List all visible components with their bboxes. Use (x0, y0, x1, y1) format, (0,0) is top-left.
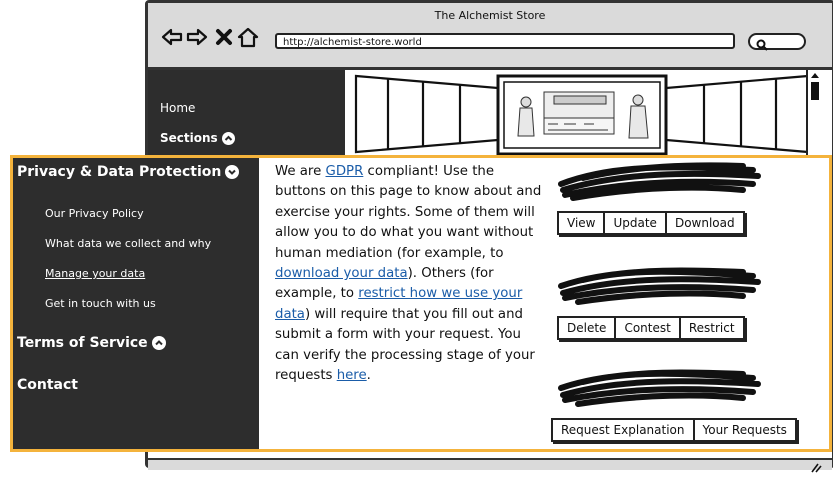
your-requests-button[interactable]: Your Requests (695, 420, 795, 440)
gdpr-paragraph: We are GDPR compliant! Use the buttons o… (275, 162, 545, 386)
text-segment: ) will require that you fill out and sub… (275, 306, 535, 384)
forward-arrow-icon[interactable] (186, 26, 208, 48)
button-group-view-update-download: View Update Download (557, 211, 745, 235)
view-button[interactable]: View (559, 213, 606, 233)
window-title: The Alchemist Store (434, 9, 546, 22)
requests-here-link[interactable]: here (337, 368, 367, 383)
nav-home[interactable]: Home (160, 101, 195, 115)
search-field[interactable] (748, 33, 806, 51)
contest-button[interactable]: Contest (616, 318, 681, 338)
top-nav: Home Sections (148, 70, 345, 160)
close-x-icon[interactable] (213, 26, 235, 48)
home-icon[interactable] (237, 26, 259, 48)
chevron-up-icon (221, 132, 235, 145)
status-bar (148, 458, 832, 473)
button-group-delete-contest-restrict: Delete Contest Restrict (557, 316, 745, 340)
nav-sections-label: Sections (160, 131, 218, 145)
gdpr-link[interactable]: GDPR (326, 164, 364, 179)
text-segment: We are (275, 164, 326, 179)
back-arrow-icon[interactable] (161, 26, 183, 48)
scribbled-heading-3 (558, 369, 761, 407)
banner-image (354, 74, 810, 156)
update-button[interactable]: Update (605, 213, 667, 233)
sidebar-item-manage-data[interactable]: Manage your data (45, 267, 145, 280)
privacy-sidebar: Privacy & Data Protection Our Privacy Po… (13, 158, 259, 449)
text-segment: . (366, 368, 371, 384)
download-data-link[interactable]: download your data (275, 266, 408, 281)
resize-grip-icon[interactable] (810, 458, 822, 477)
terms-heading: Terms of Service (17, 335, 148, 351)
sidebar-item-privacy-policy[interactable]: Our Privacy Policy (45, 207, 144, 220)
terms-section-toggle[interactable]: Terms of Service (17, 335, 166, 351)
search-icon (756, 36, 768, 55)
scribbled-heading-2 (558, 267, 761, 305)
chevron-down-icon (225, 165, 240, 179)
scribbled-heading-1 (558, 162, 761, 201)
request-explanation-button[interactable]: Request Explanation (553, 420, 695, 440)
scrollbar[interactable] (806, 70, 822, 160)
zoomed-privacy-panel: Privacy & Data Protection Our Privacy Po… (10, 155, 832, 452)
url-field[interactable]: http://alchemist-store.world (275, 33, 735, 49)
button-group-requests: Request Explanation Your Requests (551, 418, 797, 442)
nav-sections[interactable]: Sections (160, 131, 235, 145)
privacy-heading: Privacy & Data Protection (17, 164, 222, 180)
chevron-up-icon (151, 336, 166, 350)
browser-titlebar: The Alchemist Store http://alchemist-sto… (148, 3, 832, 70)
sidebar-item-data-collected[interactable]: What data we collect and why (45, 237, 211, 250)
delete-button[interactable]: Delete (559, 318, 617, 338)
privacy-section-toggle[interactable]: Privacy & Data Protection (17, 164, 240, 180)
sidebar-item-contact-us[interactable]: Get in touch with us (45, 297, 156, 310)
contact-heading[interactable]: Contact (17, 377, 78, 393)
restrict-button[interactable]: Restrict (681, 318, 743, 338)
download-button[interactable]: Download (667, 213, 743, 233)
